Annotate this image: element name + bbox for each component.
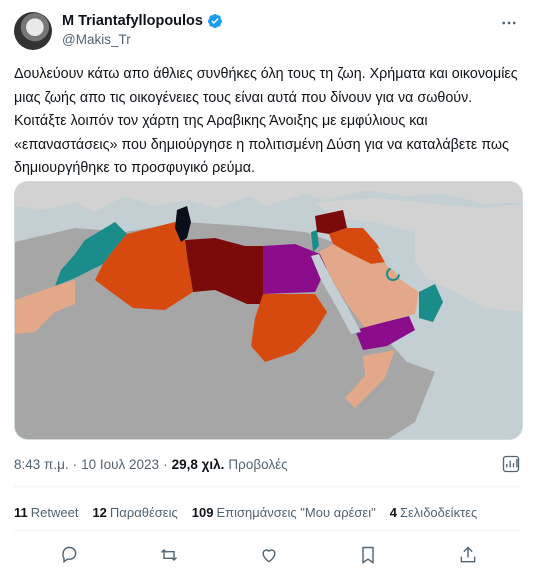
- heart-icon[interactable]: [258, 544, 280, 566]
- tweet-time[interactable]: 8:43 π.μ.: [14, 457, 69, 472]
- tweet-actions: [14, 544, 521, 566]
- tweet-text: Δουλεύουν κάτω απο άθλιες συνθήκες όλη τ…: [14, 66, 518, 176]
- retweet-icon[interactable]: [158, 544, 180, 566]
- tweet-stats: 11 Retweet 12 Παραθέσεις 109 Επισημάνσεις "…: [14, 505, 477, 520]
- verified-badge-icon: [207, 14, 222, 28]
- share-icon[interactable]: [457, 544, 479, 566]
- author-name-row: M Triantafyllopoulos: [62, 13, 223, 29]
- tweet-meta: 8:43 π.μ. · 10 Ιουλ 2023 · 29,8 χιλ. Προ…: [14, 457, 288, 472]
- views-label: Προβολές: [228, 457, 288, 472]
- stat-likes[interactable]: 109 Επισημάνσεις "Μου αρέσει": [192, 505, 376, 520]
- more-horizontal-icon[interactable]: [498, 12, 520, 34]
- arab-spring-map: [15, 182, 522, 439]
- views-count: 29,8 χιλ.: [171, 457, 225, 472]
- stat-quotes[interactable]: 12 Παραθέσεις: [92, 505, 177, 520]
- reply-icon[interactable]: [58, 544, 80, 566]
- divider: [14, 486, 521, 487]
- bookmark-icon[interactable]: [357, 544, 379, 566]
- meta-separator: ·: [72, 457, 78, 472]
- stat-bookmarks[interactable]: 4 Σελιδοδείκτες: [390, 505, 478, 520]
- tweet-header: M Triantafyllopoulos @Makis_Tr: [14, 10, 524, 50]
- stat-retweets[interactable]: 11 Retweet: [14, 505, 78, 520]
- tweet-media-map[interactable]: [14, 181, 523, 440]
- avatar[interactable]: [14, 12, 52, 50]
- meta-separator: ·: [163, 457, 168, 472]
- tweet-date[interactable]: 10 Ιουλ 2023: [81, 457, 159, 472]
- author-name[interactable]: M Triantafyllopoulos: [62, 13, 203, 29]
- analytics-icon[interactable]: [501, 454, 521, 474]
- author-handle[interactable]: @Makis_Tr: [62, 32, 131, 47]
- divider: [14, 530, 521, 531]
